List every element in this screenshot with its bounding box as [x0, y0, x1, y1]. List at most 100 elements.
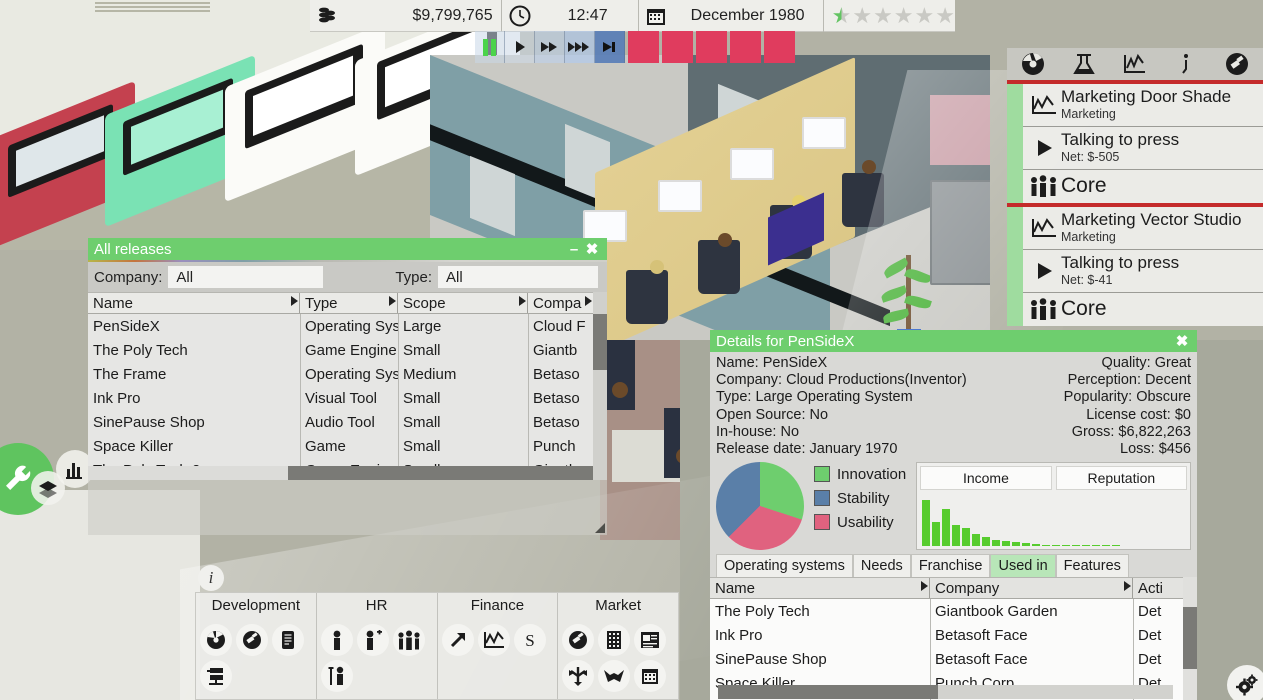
notification-row[interactable]: Talking to press Net: $-505 — [1023, 127, 1263, 170]
speed-control-bar[interactable] — [475, 31, 795, 63]
alert-block[interactable] — [628, 31, 659, 63]
server-rack-icon[interactable] — [200, 660, 232, 692]
dollar-icon[interactable]: S — [513, 624, 546, 656]
company-filter-select[interactable]: All — [168, 266, 324, 288]
minimize-button[interactable]: – — [565, 241, 583, 258]
play-speed-2-button[interactable] — [535, 31, 565, 63]
play-speed-3-button[interactable] — [565, 31, 595, 63]
building-grid-icon[interactable] — [598, 624, 631, 656]
notification-row[interactable]: Marketing Vector Studio Marketing — [1023, 207, 1263, 250]
toolbar-category-finance[interactable]: Finance — [438, 593, 559, 619]
details-close-button[interactable]: ✖ — [1173, 332, 1191, 350]
toolbar-icon-groups[interactable]: S — [196, 619, 678, 699]
resize-handle[interactable] — [595, 523, 605, 533]
used-in-vertical-scrollbar[interactable] — [1183, 577, 1197, 700]
sort-arrow-icon[interactable] — [585, 296, 592, 306]
tab-features[interactable]: Features — [1055, 554, 1129, 578]
releases-table-header[interactable]: Name Type Scope Compa — [88, 292, 607, 314]
used-in-horizontal-scrollbar[interactable] — [718, 685, 1173, 699]
info-icon[interactable]: i — [198, 565, 224, 591]
alert-block[interactable] — [696, 31, 727, 63]
hire-person-icon[interactable] — [356, 624, 389, 656]
alert-block[interactable] — [764, 31, 795, 63]
layers-icon[interactable] — [31, 471, 65, 505]
details-tab-group[interactable]: Operating systems Needs Franchise Used in Fe… — [716, 554, 1191, 578]
table-row[interactable]: Ink Pro Visual Tool Small Betaso — [88, 386, 607, 410]
calendar-icon[interactable] — [634, 660, 667, 692]
table-row[interactable]: The Poly Tech Game Engine Small Giantb — [88, 338, 607, 362]
details-titlebar[interactable]: Details for PenSideX ✖ — [710, 330, 1197, 352]
info-icon[interactable] — [1173, 51, 1199, 77]
play-speed-1-button[interactable] — [505, 31, 535, 63]
product-wheel-icon[interactable] — [200, 624, 232, 656]
all-releases-titlebar[interactable]: All releases – ✖ — [88, 238, 607, 260]
bottom-toolbar[interactable]: Development HR Finance Market S — [195, 592, 679, 700]
marketing-icon[interactable] — [1224, 51, 1250, 77]
sort-arrow-icon[interactable] — [519, 296, 526, 306]
products-icon[interactable] — [1020, 51, 1046, 77]
close-button[interactable]: ✖ — [583, 240, 601, 258]
toolbar-category-development[interactable]: Development — [196, 593, 317, 619]
product-disc-icon[interactable] — [236, 624, 268, 656]
alert-block[interactable] — [662, 31, 693, 63]
pause-button[interactable] — [475, 31, 505, 63]
table-row[interactable]: SinePause Shop Betasoft Face Det — [710, 647, 1197, 671]
sort-arrow-icon[interactable] — [921, 581, 928, 592]
notification-card[interactable]: Marketing Door Shade Marketing Talking to … — [1007, 80, 1263, 203]
notification-row[interactable]: Core — [1023, 170, 1263, 203]
notification-row[interactable]: Talking to press Net: $-41 — [1023, 250, 1263, 293]
chart-icon[interactable] — [1122, 51, 1148, 77]
notification-toolbar[interactable] — [1007, 48, 1263, 80]
alert-block[interactable] — [730, 31, 761, 63]
details-window[interactable]: Details for PenSideX ✖ Name: PenSideX Com… — [710, 330, 1197, 700]
person-compare-icon[interactable] — [320, 660, 353, 692]
table-row[interactable]: The Frame Operating System Medium Betaso — [88, 362, 607, 386]
line-chart-icon[interactable] — [477, 624, 510, 656]
column-header-type[interactable]: Type — [300, 293, 398, 313]
person-icon[interactable] — [320, 624, 353, 656]
gear-icon[interactable] — [1227, 665, 1263, 700]
used-in-table-header[interactable]: Name Company Acti — [710, 577, 1197, 600]
team-group-icon[interactable] — [392, 624, 425, 656]
contract-scroll-icon[interactable] — [272, 624, 304, 656]
chart-tab-income[interactable]: Income — [920, 466, 1052, 491]
notification-panel[interactable]: Marketing Door Shade Marketing Talking to … — [1007, 48, 1263, 326]
table-row[interactable]: PenSideX Operating System Large Cloud F — [88, 314, 607, 338]
notification-row[interactable]: Marketing Door Shade Marketing — [1023, 84, 1263, 127]
chart-tab-reputation[interactable]: Reputation — [1055, 466, 1188, 491]
marketing-icon[interactable] — [562, 624, 595, 656]
table-row[interactable]: The Poly Tech Giantbook Garden Det — [710, 599, 1197, 623]
column-header-compa[interactable]: Compa — [528, 293, 594, 313]
arrow-up-right-icon[interactable] — [441, 624, 474, 656]
notification-card[interactable]: Marketing Vector Studio Marketing Talking … — [1007, 203, 1263, 326]
notification-card-list[interactable]: Marketing Door Shade Marketing Talking to … — [1007, 80, 1263, 326]
column-header-acti[interactable]: Acti — [1133, 578, 1183, 598]
releases-horizontal-scrollbar[interactable] — [88, 466, 593, 480]
tab-operating-systems[interactable]: Operating systems — [716, 554, 853, 578]
sort-arrow-icon[interactable] — [389, 296, 396, 306]
table-row[interactable]: Space Killer Game Small Punch — [88, 434, 607, 458]
table-row[interactable]: Ink Pro Betasoft Face Det — [710, 623, 1197, 647]
newspaper-icon[interactable] — [634, 624, 667, 656]
details-link[interactable]: Det — [1133, 627, 1183, 644]
play-speed-4-button[interactable] — [595, 31, 625, 63]
handshake-icon[interactable] — [598, 660, 631, 692]
details-link[interactable]: Det — [1133, 603, 1183, 620]
notification-row[interactable]: Core — [1023, 293, 1263, 326]
toolbar-category-hr[interactable]: HR — [317, 593, 438, 619]
chart-tab-group[interactable]: Income Reputation — [917, 463, 1190, 493]
column-header-scope[interactable]: Scope — [398, 293, 528, 313]
tab-needs[interactable]: Needs — [852, 554, 911, 578]
releases-table-body[interactable]: PenSideX Operating System Large Cloud F The … — [88, 314, 607, 480]
income-chart-panel[interactable]: Income Reputation — [916, 462, 1191, 551]
details-link[interactable]: Det — [1133, 651, 1183, 668]
column-header-name[interactable]: Name — [710, 578, 930, 599]
alert-block-group[interactable] — [625, 31, 795, 63]
toolbar-category-market[interactable]: Market — [558, 593, 678, 619]
releases-vertical-scrollbar[interactable] — [593, 292, 607, 480]
type-filter-select[interactable]: All — [438, 266, 598, 288]
research-icon[interactable] — [1071, 51, 1097, 77]
tab-franchise[interactable]: Franchise — [910, 554, 991, 578]
tab-used-in[interactable]: Used in — [990, 554, 1056, 578]
column-header-name[interactable]: Name — [88, 293, 300, 313]
